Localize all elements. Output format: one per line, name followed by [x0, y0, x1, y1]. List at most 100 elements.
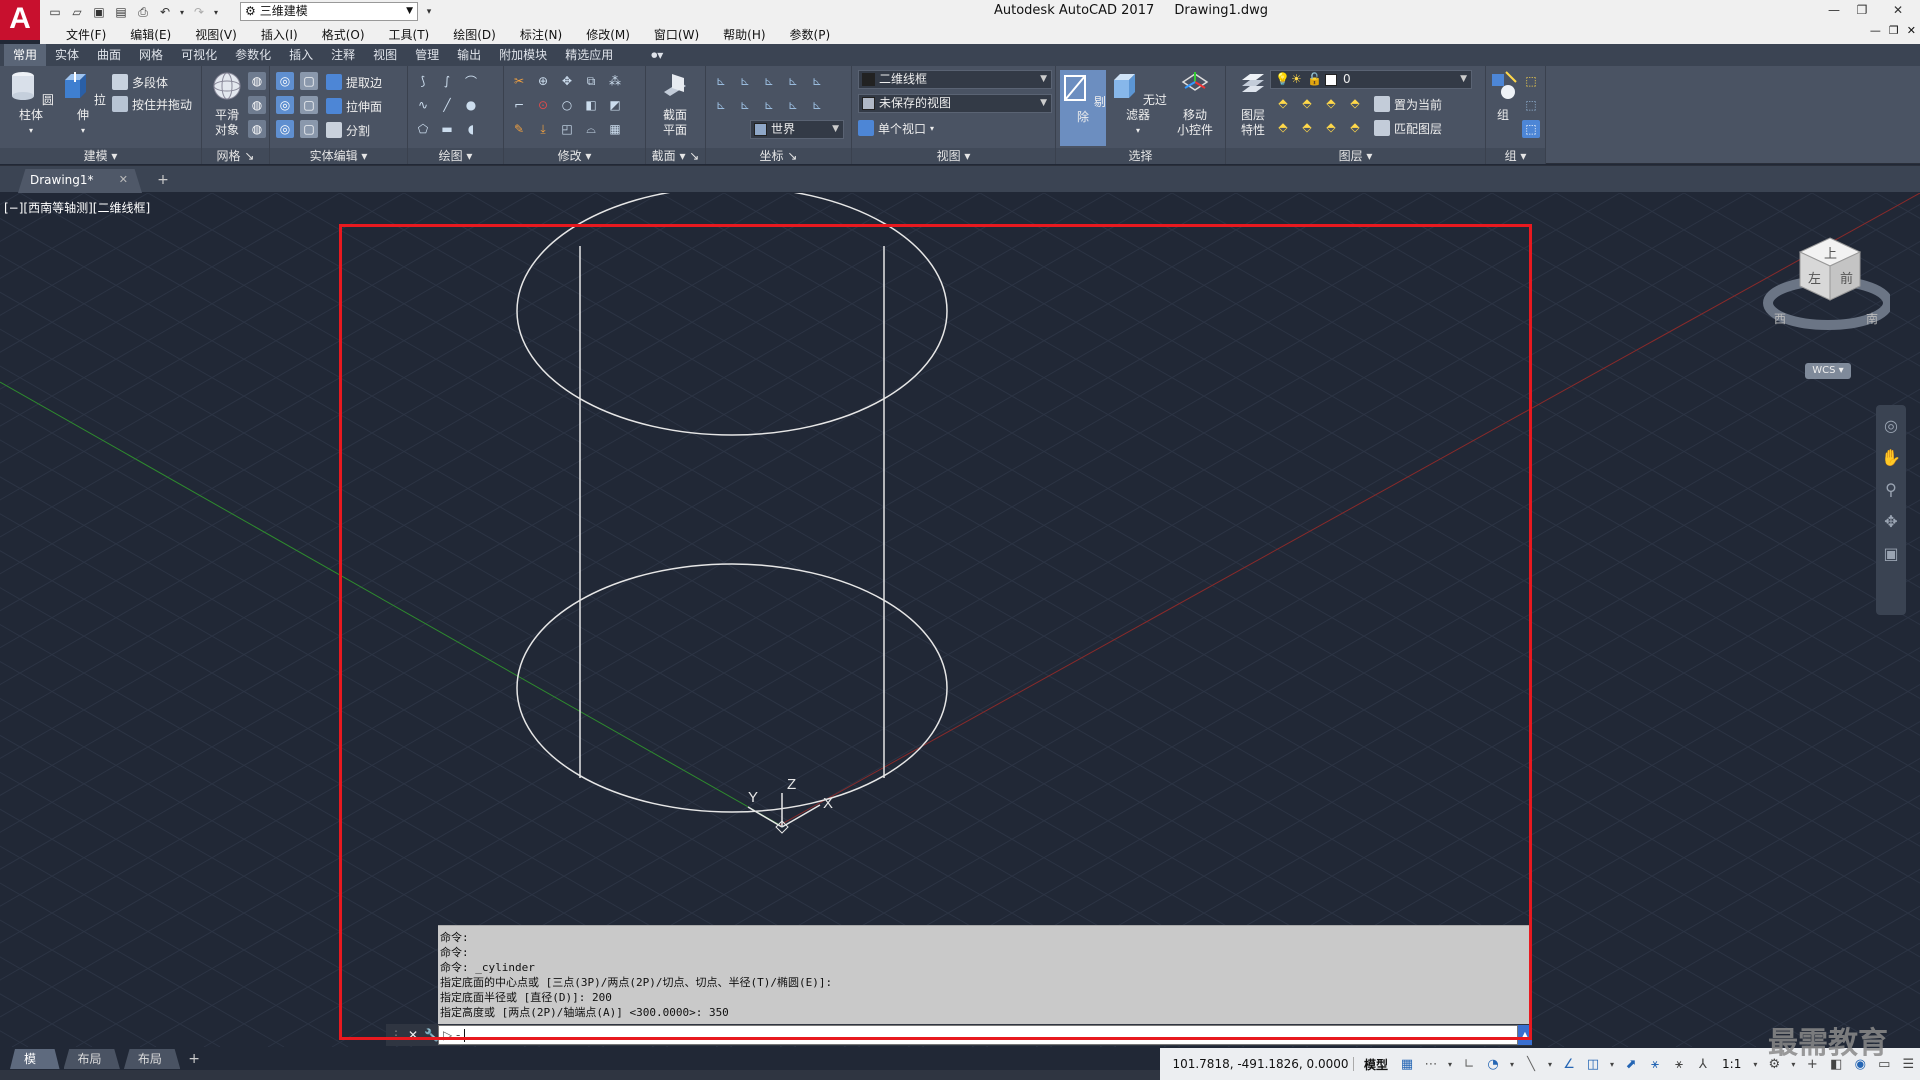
- wave-icon[interactable]: ∿: [414, 96, 432, 114]
- app-logo[interactable]: A: [0, 0, 40, 40]
- new-file-icon[interactable]: ▭: [46, 3, 64, 21]
- ucs-icon[interactable]: ⊾: [760, 72, 778, 90]
- offset-icon[interactable]: ⌓: [582, 120, 600, 138]
- panel-title[interactable]: 网格 ↘: [202, 148, 269, 164]
- document-tab[interactable]: Drawing1* ✕: [18, 169, 142, 193]
- fillet-icon[interactable]: ⌐: [510, 96, 528, 114]
- ucs-icon[interactable]: ⊾: [808, 96, 826, 114]
- close-icon[interactable]: ✕: [119, 169, 128, 191]
- panel-title[interactable]: 选择: [1056, 148, 1225, 164]
- group-button[interactable]: 组: [1486, 70, 1520, 123]
- tab-view[interactable]: 视图: [364, 44, 406, 66]
- viewcube[interactable]: 上 左 前 西 南: [1760, 228, 1890, 348]
- polar-tracking-icon[interactable]: ◔: [1484, 1055, 1502, 1073]
- ucs-icon[interactable]: ⊾: [784, 72, 802, 90]
- rotate-icon[interactable]: ⊕: [534, 72, 552, 90]
- doc-minimize-icon[interactable]: —: [1870, 24, 1881, 37]
- menu-insert[interactable]: 插入(I): [249, 26, 310, 43]
- viewport-config-button[interactable]: 单个视口 ▾: [858, 118, 934, 138]
- zoom-icon[interactable]: ⚲: [1880, 479, 1902, 501]
- scale-icon[interactable]: ◰: [558, 120, 576, 138]
- steering-wheel-icon[interactable]: ◎: [1880, 415, 1902, 437]
- move-icon[interactable]: ✥: [558, 72, 576, 90]
- doc-restore-icon[interactable]: ❐: [1889, 24, 1899, 37]
- customize-menu-icon[interactable]: ☰: [1899, 1055, 1917, 1073]
- model-space-button[interactable]: 模型: [1360, 1056, 1392, 1073]
- coordinate-readout[interactable]: 101.7818, -491.1826, 0.0000: [1168, 1057, 1354, 1071]
- add-layout-icon[interactable]: +: [188, 1051, 200, 1067]
- qat-customize-icon[interactable]: ▾: [420, 3, 438, 21]
- polyline-icon[interactable]: ⟆: [414, 72, 432, 90]
- line-icon[interactable]: ╱: [438, 96, 456, 114]
- layer-select[interactable]: 💡 ☀ 🔓 0 ▼: [1270, 70, 1472, 89]
- grid-icon[interactable]: ▦: [1398, 1055, 1416, 1073]
- chevron-down-icon[interactable]: ▾: [1546, 1055, 1554, 1073]
- tab-manage[interactable]: 管理: [406, 44, 448, 66]
- menu-parameters[interactable]: 参数(P): [778, 26, 843, 43]
- layer-unisolate-icon[interactable]: ⬘: [1298, 118, 1316, 136]
- panel-title[interactable]: 实体编辑 ▾: [270, 148, 407, 164]
- layout-tab-layout2[interactable]: 布局2: [123, 1049, 181, 1069]
- drawing-viewport[interactable]: [−][西南等轴测][二维线框] Z X Y 上 左 前 西 南 WCS ▾ ◎…: [0, 193, 1920, 1047]
- group-select-icon[interactable]: ⬚: [1522, 120, 1540, 138]
- object-snap-icon[interactable]: ◫: [1584, 1055, 1602, 1073]
- arc-icon[interactable]: ⌒: [462, 72, 480, 90]
- mirror-icon[interactable]: ◧: [582, 96, 600, 114]
- chevron-down-icon[interactable]: ▾: [1751, 1055, 1759, 1073]
- tab-insert[interactable]: 插入: [280, 44, 322, 66]
- ellipse-icon[interactable]: ◖: [462, 120, 480, 138]
- layout-tab-model[interactable]: 模型: [10, 1049, 60, 1069]
- menu-window[interactable]: 窗口(W): [642, 26, 711, 43]
- object-snap-tracking-icon[interactable]: ∠: [1560, 1055, 1578, 1073]
- polygon-icon[interactable]: ⬠: [414, 120, 432, 138]
- layout-tab-layout1[interactable]: 布局1: [63, 1049, 120, 1069]
- ucs-icon[interactable]: ⊾: [760, 96, 778, 114]
- circle-icon[interactable]: ●: [462, 96, 480, 114]
- layer-unlock-icon[interactable]: ⬘: [1346, 118, 1364, 136]
- gizmo-button[interactable]: 移动 小控件: [1172, 70, 1218, 138]
- mesh-icon[interactable]: ◍: [248, 120, 266, 138]
- tab-annotate[interactable]: 注释: [322, 44, 364, 66]
- chevron-down-icon[interactable]: ▾: [1608, 1055, 1616, 1073]
- saved-view-select[interactable]: 未保存的视图 ▼: [858, 94, 1052, 113]
- section-plane-button[interactable]: 截面 平面: [652, 70, 698, 138]
- menu-format[interactable]: 格式(O): [310, 26, 377, 43]
- command-input[interactable]: ▷ -: [438, 1025, 1518, 1045]
- ucs-icon[interactable]: ⊾: [784, 96, 802, 114]
- restore-icon[interactable]: ❐: [1848, 0, 1876, 20]
- erase-icon[interactable]: ✎: [510, 120, 528, 138]
- menu-view[interactable]: 视图(V): [183, 26, 249, 43]
- menu-edit[interactable]: 编辑(E): [118, 26, 183, 43]
- pan-hand-icon[interactable]: ✋: [1880, 447, 1902, 469]
- presspull-button[interactable]: 按住并拖动: [112, 94, 192, 114]
- layer-thaw-icon[interactable]: ⬘: [1322, 118, 1340, 136]
- group-edit-icon[interactable]: ⬚: [1522, 96, 1540, 114]
- ribbon-options-icon[interactable]: ⏺▾: [642, 44, 672, 66]
- tab-home[interactable]: 常用: [4, 44, 47, 66]
- menu-file[interactable]: 文件(F): [54, 26, 118, 43]
- smooth-object-button[interactable]: 平滑 对象: [204, 70, 250, 138]
- tab-parametric[interactable]: 参数化: [226, 44, 280, 66]
- close-icon[interactable]: ✕: [1876, 0, 1920, 20]
- dropdown-icon[interactable]: ▾: [212, 3, 220, 21]
- print-icon[interactable]: ⎙: [134, 3, 152, 21]
- showmotion-icon[interactable]: ▣: [1880, 543, 1902, 565]
- orbit-icon[interactable]: ✥: [1880, 511, 1902, 533]
- panel-title[interactable]: 绘图 ▾: [408, 148, 503, 164]
- layer-freeze-icon[interactable]: ⬘: [1322, 94, 1340, 112]
- tab-solid[interactable]: 实体: [46, 44, 88, 66]
- mesh-icon[interactable]: ◍: [248, 96, 266, 114]
- separate-button[interactable]: 分割: [326, 120, 370, 140]
- spline-icon[interactable]: ∫: [438, 72, 456, 90]
- panel-title[interactable]: 视图 ▾: [852, 148, 1055, 164]
- selection-cycling-icon[interactable]: ⚹: [1646, 1055, 1664, 1073]
- workspace-select[interactable]: ⚙ 三维建模 ▼: [240, 2, 418, 21]
- menu-dimension[interactable]: 标注(N): [508, 26, 574, 43]
- tab-mesh[interactable]: 网格: [130, 44, 172, 66]
- save-as-icon[interactable]: ▤: [112, 3, 130, 21]
- subtract-icon[interactable]: ◎: [276, 96, 294, 114]
- no-filter-button[interactable]: 无过滤器 ▾: [1108, 70, 1168, 138]
- annotation-visibility-icon[interactable]: ⅄: [1694, 1055, 1712, 1073]
- cylinder-button[interactable]: 圆柱体 ▾: [8, 70, 54, 138]
- rotate3d-icon[interactable]: ⊙: [534, 96, 552, 114]
